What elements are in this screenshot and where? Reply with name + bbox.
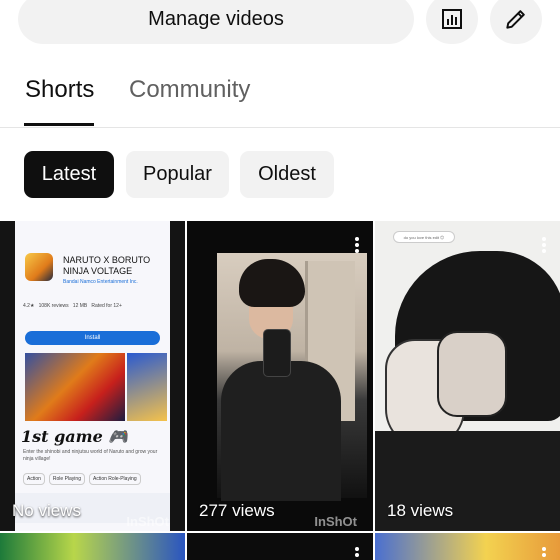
- watermark-text: InShOt: [126, 514, 169, 529]
- top-action-row: Manage videos: [0, 0, 560, 50]
- pencil-icon: [506, 10, 525, 29]
- thumbnail-game-art-2: [127, 353, 167, 421]
- tab-shorts[interactable]: Shorts: [25, 76, 94, 104]
- thumbnail-description: Enter the shinobi and ninjutsu world of …: [23, 449, 158, 462]
- edit-button[interactable]: [490, 0, 542, 44]
- short-views: 18 views: [387, 501, 454, 520]
- short-views: 277 views: [199, 501, 275, 520]
- thumbnail-overlay-text: 1st game 🎮: [21, 427, 129, 446]
- short-tile[interactable]: [375, 533, 560, 560]
- thumbnail-tag: Action: [23, 473, 45, 485]
- thumbnail-rating: 4.2★: [23, 303, 35, 309]
- watermark-text: InShOt: [314, 514, 357, 529]
- filter-chip-popular[interactable]: Popular: [126, 151, 229, 198]
- app-icon: [25, 253, 53, 281]
- manage-videos-button[interactable]: Manage videos: [18, 0, 414, 44]
- thumbnail-install: Install: [25, 331, 160, 345]
- thumbnail-developer: Bandai Namco Entertainment Inc.: [63, 279, 138, 285]
- thumbnail-app-name: NARUTO X BORUTO NINJA VOLTAGE: [63, 255, 151, 276]
- thumbnail-anime-face: [437, 331, 507, 417]
- shorts-grid: NARUTO X BORUTO NINJA VOLTAGE Bandai Nam…: [0, 221, 560, 560]
- short-thumbnail: NARUTO X BORUTO NINJA VOLTAGE Bandai Nam…: [15, 221, 170, 531]
- short-tile[interactable]: NARUTO X BORUTO NINJA VOLTAGE Bandai Nam…: [0, 221, 185, 531]
- thumbnail-tag: Role Playing: [48, 473, 85, 485]
- bar-chart-icon: [442, 9, 462, 29]
- tab-community[interactable]: Community: [129, 76, 250, 104]
- short-tile[interactable]: 277 views InShOt: [187, 221, 373, 531]
- analytics-button[interactable]: [426, 0, 478, 44]
- short-views: No views: [12, 501, 81, 520]
- thumbnail-age: Rated for 12+: [91, 303, 122, 309]
- thumbnail-tag: Action Role-Playing: [88, 473, 141, 485]
- thumbnail-person-jacket: [221, 361, 341, 501]
- thumbnail-bubble: do you love this edit 😊: [393, 231, 455, 243]
- thumbnail-reviews: 108K reviews: [38, 303, 69, 309]
- channel-tabs: Shorts Community: [0, 60, 560, 128]
- selected-tab-indicator: [24, 123, 94, 126]
- filter-chip-latest[interactable]: Latest: [24, 151, 114, 198]
- thumbnail-game-art: [25, 353, 125, 421]
- manage-videos-label: Manage videos: [148, 7, 284, 30]
- short-tile[interactable]: [0, 533, 185, 560]
- thumbnail-stats: 4.2★ 108K reviews 12 MB Rated for 12+: [23, 303, 168, 323]
- thumbnail-size: 12 MB: [72, 303, 88, 309]
- more-options-icon[interactable]: [355, 237, 359, 253]
- more-options-icon[interactable]: [542, 237, 546, 253]
- thumbnail-phone: [263, 329, 291, 377]
- filter-chip-oldest[interactable]: Oldest: [240, 151, 334, 198]
- short-tile[interactable]: do you love this edit 😊 18 views: [375, 221, 560, 531]
- more-options-icon[interactable]: [542, 547, 546, 560]
- more-options-icon[interactable]: [355, 547, 359, 560]
- thumbnail-tags: Action Role Playing Action Role-Playing: [23, 473, 141, 485]
- short-tile[interactable]: [187, 533, 373, 560]
